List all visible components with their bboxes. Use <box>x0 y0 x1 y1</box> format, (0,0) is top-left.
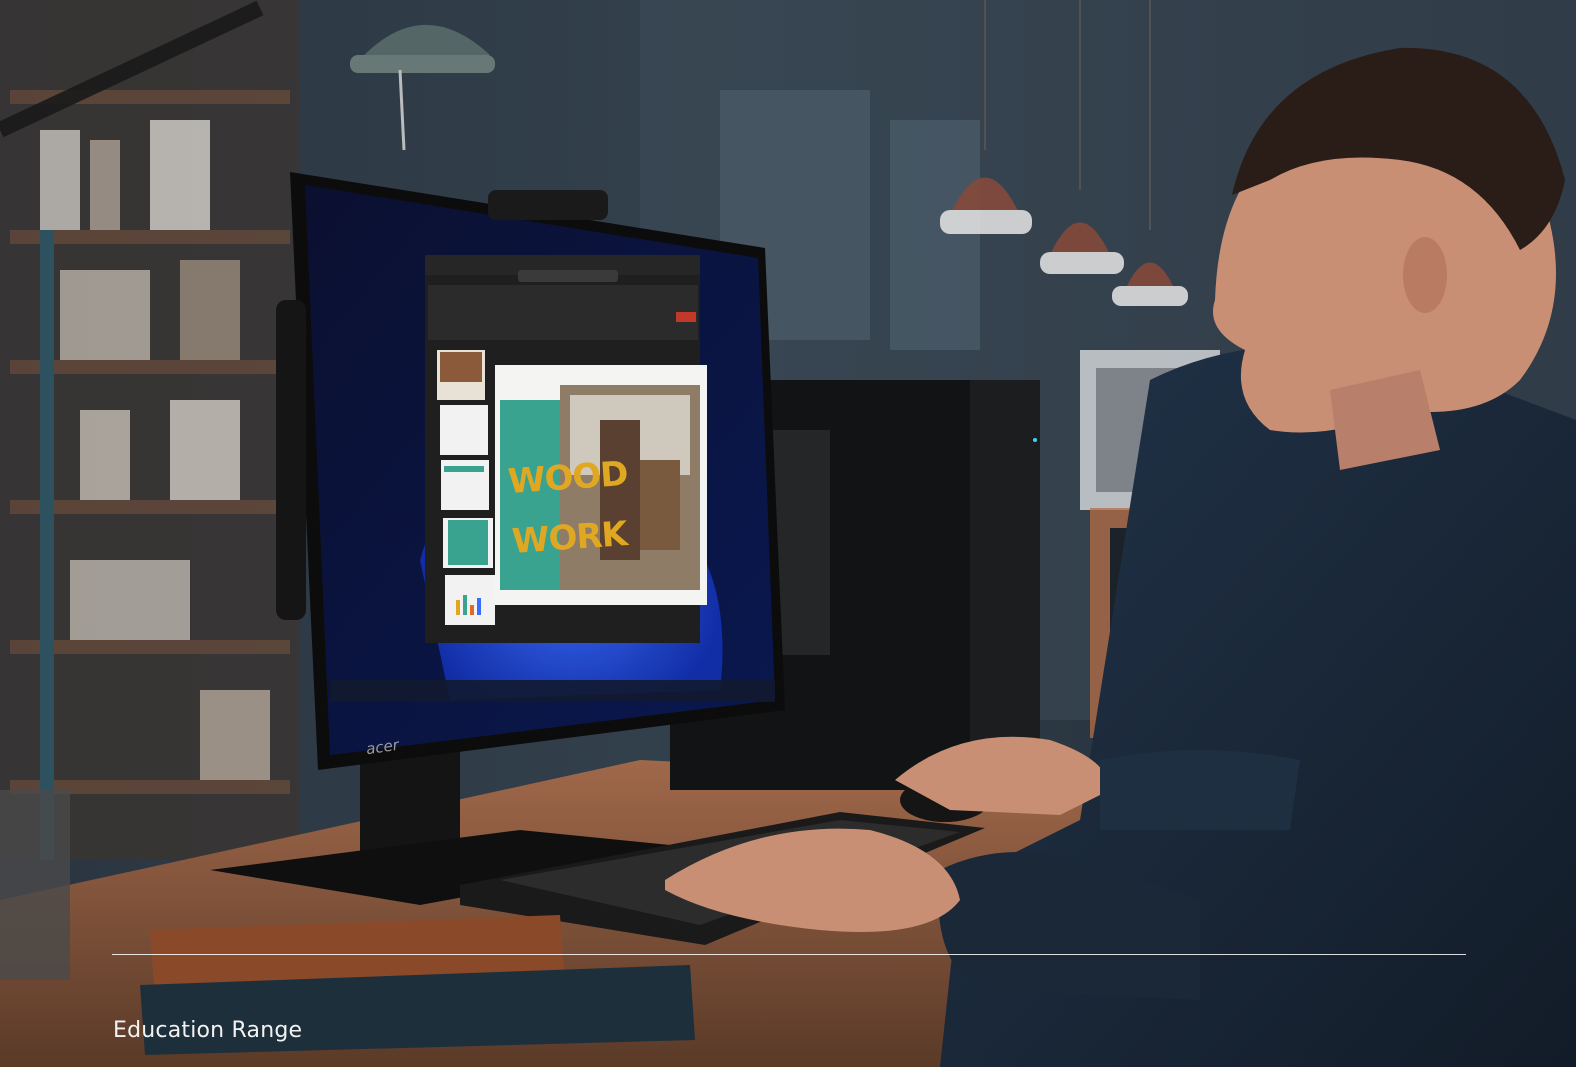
pen-holder <box>0 790 70 980</box>
photo-scene <box>0 0 1576 1067</box>
slide-title-line1: WOOD <box>506 453 629 503</box>
caption-label: Education Range <box>113 1018 303 1043</box>
caption-divider <box>112 954 1466 955</box>
bookshelf <box>0 0 300 860</box>
slide-title-line2: WORK <box>510 514 629 562</box>
taskbar <box>330 680 775 702</box>
presentation-app-window <box>425 255 707 643</box>
webcam <box>488 190 608 220</box>
